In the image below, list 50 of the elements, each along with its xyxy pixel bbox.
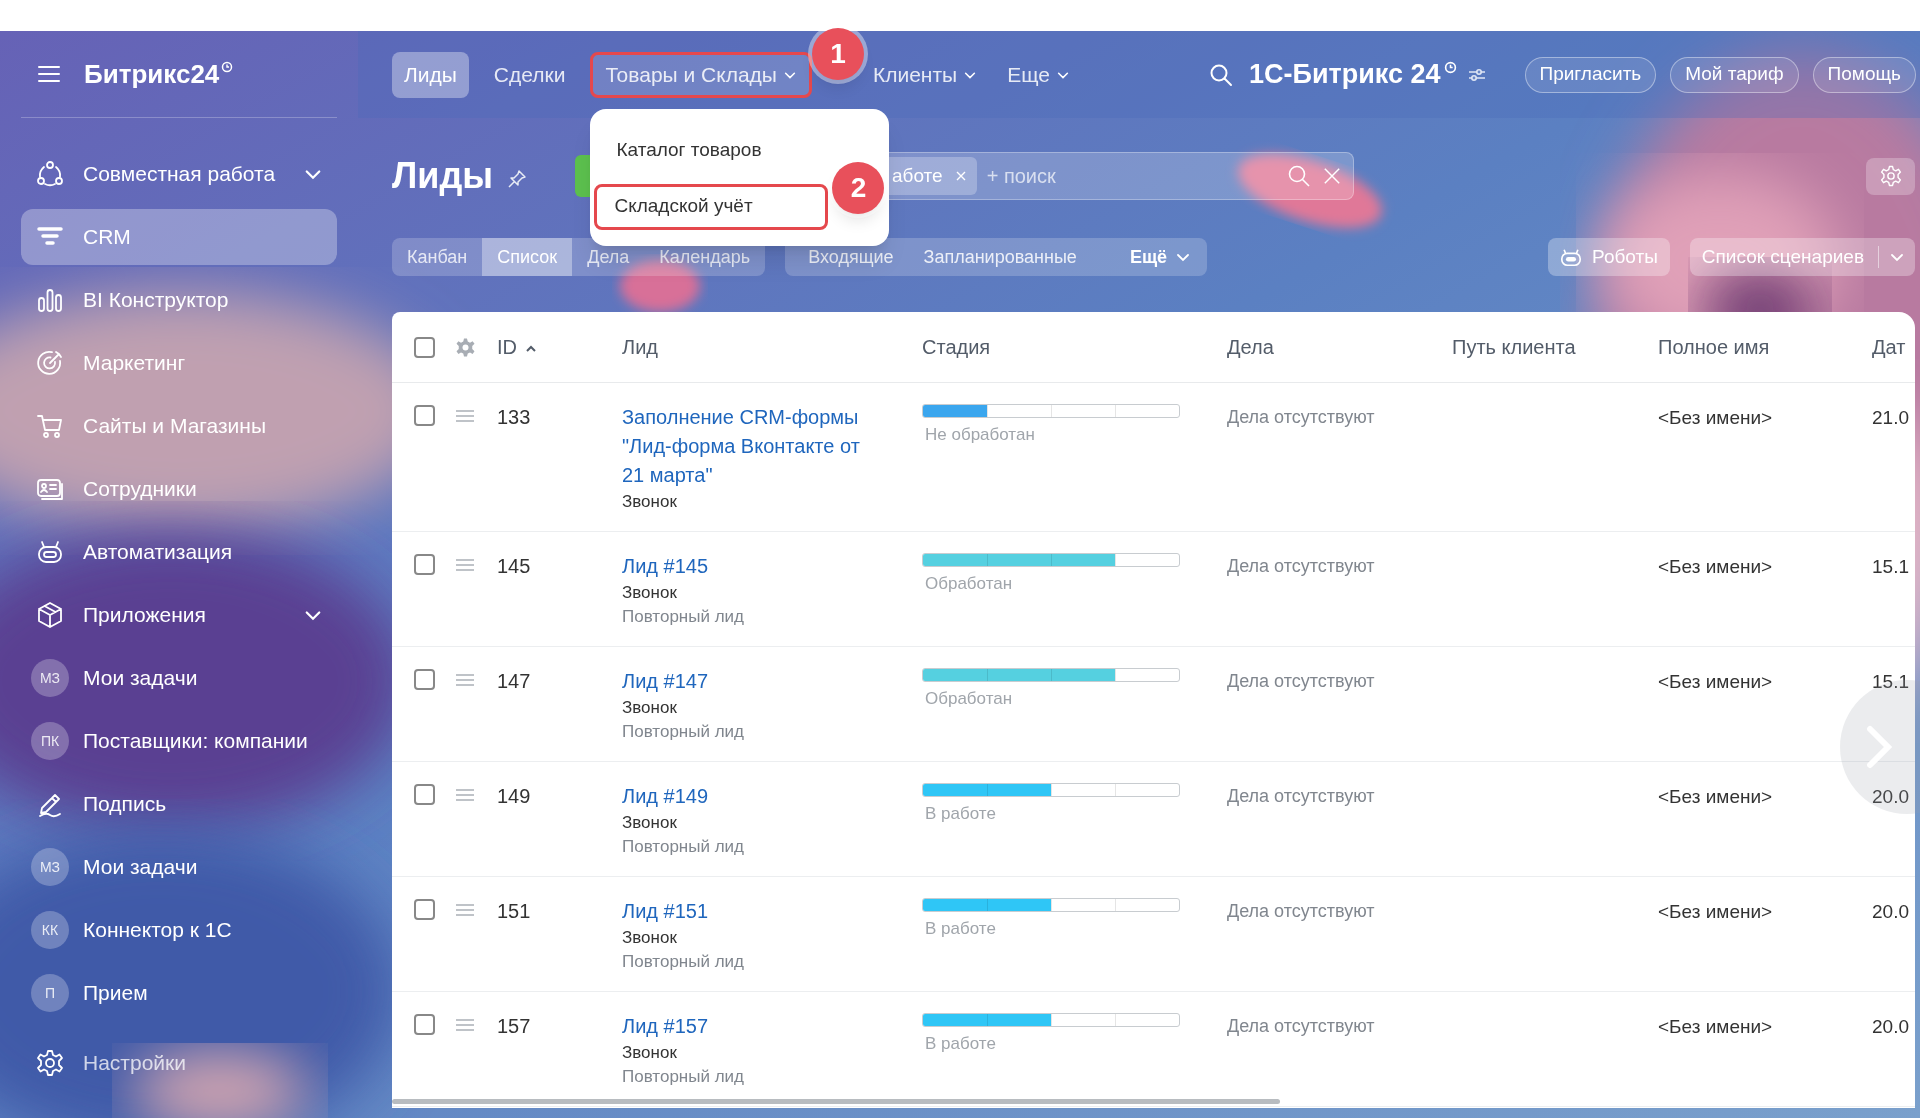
stage-label: Обработан	[925, 688, 1014, 710]
table-cell-text: 145	[497, 554, 532, 579]
stage-label: Обработан	[925, 573, 1014, 595]
lead-source: Звонок	[622, 812, 678, 834]
stage-label: В работе	[925, 918, 997, 940]
lead-source: Звонок	[622, 927, 678, 949]
lead-note: Повторный лид	[622, 606, 745, 628]
table-cell-text: Дела отсутствуют	[1227, 900, 1376, 923]
table-cell-text: Дела отсутствуют	[1227, 670, 1376, 693]
table-cell-text: 21.0	[1872, 406, 1910, 430]
table-cell-text: 149	[497, 784, 532, 809]
lead-note: Повторный лид	[622, 836, 745, 858]
table-cell-text: 157	[497, 1014, 532, 1039]
table-cell-text: <Без имени>	[1658, 406, 1774, 430]
table-cell-text: 133	[497, 405, 532, 430]
table-cell-text: <Без имени>	[1658, 1015, 1774, 1039]
page-title: Лиды	[392, 154, 493, 198]
table-cell-text: 20.0	[1872, 900, 1910, 924]
table-cell-text: <Без имени>	[1658, 785, 1774, 809]
lead-note: Повторный лид	[622, 721, 745, 743]
table-cell-text: 147	[497, 669, 532, 694]
lead-source: Звонок	[622, 1042, 678, 1064]
avatar: П	[31, 974, 69, 1012]
table-cell-text: Дела отсутствуют	[1227, 1015, 1376, 1038]
table-cell-text: 20.0	[1872, 785, 1910, 809]
stage-label: Не обработан	[925, 424, 1036, 446]
table-cell-text: Дела отсутствуют	[1227, 785, 1376, 808]
lead-note: Повторный лид	[622, 951, 745, 973]
lead-note: Повторный лид	[622, 1066, 745, 1088]
table-cell-text: Дела отсутствуют	[1227, 406, 1376, 429]
logo: Битрикс24	[84, 57, 220, 91]
lead-source: Звонок	[622, 582, 678, 604]
stage-label: В работе	[925, 1033, 997, 1055]
portal-name: 1С-Битрикс 24	[1249, 58, 1441, 92]
stage-label: В работе	[925, 803, 997, 825]
avatar: КК	[31, 911, 69, 949]
table-cell-text: 15.1	[1872, 670, 1910, 694]
avatar: МЗ	[31, 848, 69, 886]
table-cell-text: 20.0	[1872, 1015, 1910, 1039]
lead-source: Звонок	[622, 697, 678, 719]
table-cell-text: 151	[497, 899, 532, 924]
table-cell-text: <Без имени>	[1658, 555, 1774, 579]
callout-badge: 2	[832, 161, 885, 214]
lead-source: Звонок	[622, 491, 678, 513]
table-cell-text: Дела отсутствуют	[1227, 555, 1376, 578]
table-cell-text: <Без имени>	[1658, 900, 1774, 924]
avatar: ПК	[31, 722, 69, 760]
table-cell-text: <Без имени>	[1658, 670, 1774, 694]
table-cell-text: 15.1	[1872, 555, 1910, 579]
avatar: МЗ	[31, 659, 69, 697]
